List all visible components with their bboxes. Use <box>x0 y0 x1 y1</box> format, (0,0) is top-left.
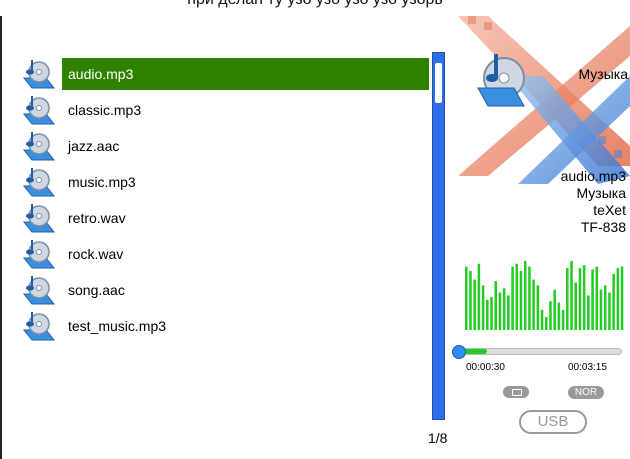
equalizer-bar <box>603 285 607 330</box>
file-list-item[interactable]: song.aac <box>14 272 434 308</box>
equalizer-bar <box>561 309 565 330</box>
equalizer-bar <box>591 269 594 330</box>
equalizer-bar <box>494 281 497 330</box>
equalizer <box>465 260 624 330</box>
file-name: retro.wav <box>68 210 126 226</box>
music-file-icon <box>22 130 56 162</box>
equalizer-bar <box>599 289 603 330</box>
equalizer-bar <box>507 295 510 330</box>
file-list-item[interactable]: audio.mp3 <box>14 56 434 92</box>
file-name: jazz.aac <box>68 138 120 154</box>
page-counter: 1/8 <box>428 430 448 446</box>
equalizer-bar <box>465 266 468 330</box>
usb-button[interactable]: USB <box>519 410 587 434</box>
repeat-icon <box>512 389 522 396</box>
equalizer-bar <box>532 279 535 330</box>
equalizer-bar <box>528 266 531 330</box>
music-file-icon <box>22 58 56 90</box>
track-device: TF-838 <box>580 219 626 235</box>
time-current: 00:00:30 <box>466 362 505 373</box>
equalizer-bar <box>498 292 502 330</box>
frame-border <box>0 16 2 459</box>
equalizer-bar <box>570 260 573 330</box>
file-name: classic.mp3 <box>68 102 142 118</box>
music-file-icon <box>22 94 56 126</box>
music-file-icon <box>22 238 56 270</box>
equalizer-bar <box>587 295 590 330</box>
equalizer-bar <box>481 285 485 330</box>
file-list-item[interactable]: classic.mp3 <box>14 92 434 128</box>
music-file-icon <box>22 274 56 306</box>
equalizer-bar <box>536 285 540 330</box>
track-filename: audio.mp3 <box>560 168 626 184</box>
equalizer-bar <box>616 268 620 330</box>
equalizer-bar <box>502 288 506 330</box>
equalizer-bar <box>515 263 519 330</box>
equalizer-bar <box>574 282 577 330</box>
equalizer-bar <box>523 260 527 330</box>
file-list: audio.mp3 classic.mp3 jazz.aac music.mp3 ret… <box>14 56 434 344</box>
equalizer-bar <box>582 265 586 330</box>
file-list-item[interactable]: jazz.aac <box>14 128 434 164</box>
album-title: Музыка <box>578 66 628 82</box>
play-mode-button[interactable]: NOR <box>568 386 604 399</box>
equalizer-bar <box>612 273 615 330</box>
equalizer-bar <box>557 302 561 330</box>
equalizer-bar <box>486 299 489 330</box>
equalizer-bar <box>566 268 569 330</box>
equalizer-bar <box>608 292 611 330</box>
time-total: 00:03:15 <box>568 362 607 373</box>
play-icon[interactable] <box>452 345 466 359</box>
equalizer-bar <box>553 289 556 330</box>
file-list-item[interactable]: rock.wav <box>14 236 434 272</box>
equalizer-bar <box>511 266 514 330</box>
album-art-icon <box>458 16 630 184</box>
equalizer-bar <box>549 301 552 330</box>
file-name: audio.mp3 <box>62 58 429 90</box>
equalizer-bar <box>620 266 624 330</box>
file-name: test_music.mp3 <box>68 318 167 334</box>
file-list-item[interactable]: test_music.mp3 <box>14 308 434 344</box>
progress-bar[interactable] <box>452 345 624 359</box>
track-album: Музыка <box>576 185 626 201</box>
music-file-icon <box>22 310 56 342</box>
equalizer-bar <box>477 263 481 330</box>
scroll-thumb[interactable] <box>435 63 442 103</box>
repeat-button[interactable] <box>503 386 529 398</box>
equalizer-bar <box>469 270 472 330</box>
file-name: song.aac <box>68 282 125 298</box>
equalizer-bar <box>595 266 599 330</box>
equalizer-bar <box>490 296 493 330</box>
list-scrollbar[interactable] <box>432 52 445 420</box>
music-file-icon <box>22 202 56 234</box>
music-file-icon <box>22 166 56 198</box>
file-list-item[interactable]: music.mp3 <box>14 164 434 200</box>
track-info: audio.mp3 Музыка teXet TF-838 <box>520 168 626 236</box>
file-name: rock.wav <box>68 246 124 262</box>
track-artist: teXet <box>593 202 626 218</box>
equalizer-bar <box>545 317 548 330</box>
equalizer-bar <box>540 309 544 330</box>
equalizer-bar <box>519 270 523 330</box>
file-list-item[interactable]: retro.wav <box>14 200 434 236</box>
top-banner-text: при делан ту узо узо узо узо узорь <box>0 0 630 9</box>
file-name: music.mp3 <box>68 174 136 190</box>
equalizer-bar <box>578 268 582 330</box>
equalizer-bar <box>473 279 476 330</box>
